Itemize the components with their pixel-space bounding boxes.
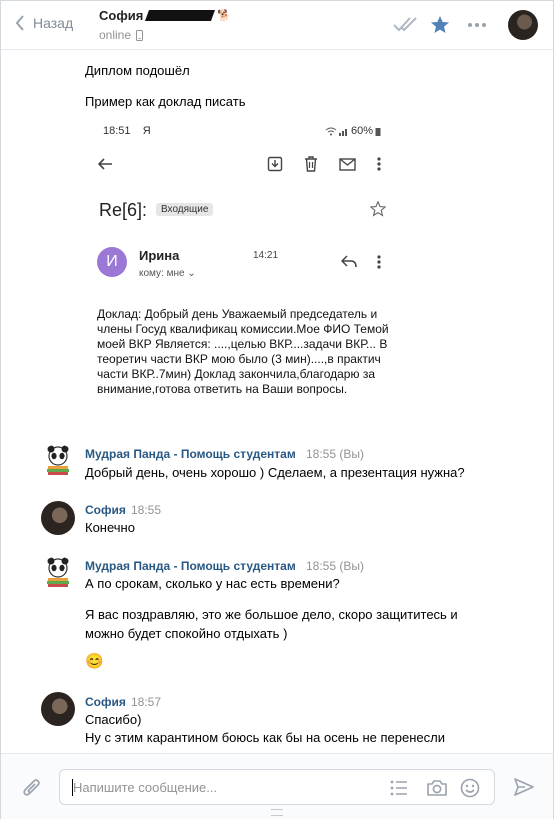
chevron-left-icon (15, 15, 24, 31)
online-status: online (99, 28, 144, 42)
recipient-text: кому: мне (139, 268, 185, 279)
trash-icon (305, 156, 317, 172)
message-author[interactable]: София (85, 503, 126, 517)
message-text: Спасибо) (85, 712, 142, 727)
online-status-text: online (99, 28, 132, 42)
resize-grip[interactable] (271, 809, 283, 816)
message-time: 18:55 (Вы) (306, 447, 364, 461)
message-input-placeholder: Напишите сообщение... (73, 780, 218, 795)
status-app-text: Я (142, 125, 151, 137)
phone-icon (136, 29, 144, 41)
kebab-menu-icon (377, 255, 381, 269)
archive-icon (267, 156, 283, 172)
battery-text: 60% (350, 125, 373, 137)
more-button[interactable] (467, 22, 487, 28)
send-icon[interactable] (514, 778, 534, 796)
attached-mail-screenshot[interactable]: 18:51 Я 60% Re[6]: Входящие И Ирина 14:2… (85, 117, 405, 425)
paperclip-icon[interactable] (22, 777, 42, 799)
chat-user-name-text: София (99, 8, 144, 23)
mail-body-text: Доклад: Добрый день Уважаемый председате… (97, 307, 389, 396)
back-button[interactable]: Назад (15, 15, 73, 31)
battery-icon (375, 127, 381, 136)
message-time: 18:55 (131, 503, 162, 517)
read-status (392, 15, 420, 33)
camera-icon[interactable] (426, 779, 448, 797)
panda-avatar[interactable] (41, 556, 75, 590)
dog-emoji-icon: 🐕 (217, 10, 231, 22)
message-author[interactable]: Мудрая Панда - Помощь студентам (85, 559, 296, 573)
panda-avatar[interactable] (41, 444, 75, 478)
chevron-down-icon: ⌄ (187, 268, 196, 279)
redacted-surname (145, 10, 216, 21)
phone-status-right: 60% (325, 125, 381, 137)
more-icon (468, 23, 486, 27)
mail-icon (339, 158, 356, 171)
message-time: 18:55 (Вы) (306, 559, 364, 573)
sender-time: 14:21 (253, 250, 279, 261)
sender-name: Ирина (139, 248, 180, 263)
message-text: Добрый день, очень хорошо ) Сделаем, а п… (85, 465, 465, 480)
wifi-icon (325, 127, 337, 135)
message-text: Пример как доклад писать (85, 94, 246, 109)
smile-icon[interactable] (460, 778, 480, 798)
message-text: Ну с этим карантином боюсь как бы на осе… (85, 730, 446, 745)
status-time-text: 18:51 (103, 125, 131, 137)
reply-icon (341, 255, 357, 268)
arrow-left-icon (97, 158, 112, 170)
chat-user-name[interactable]: София 🐕 (99, 8, 231, 23)
message-text: Конечно (85, 520, 135, 535)
template-list-icon[interactable] (390, 780, 408, 796)
double-check-icon (393, 17, 417, 32)
message-text: можно будет спокойно отдыхать ) (85, 626, 288, 641)
message-input[interactable]: Напишите сообщение... (59, 769, 495, 805)
kebab-menu-icon (377, 157, 381, 171)
recipient-label: кому: мне ⌄ (139, 268, 196, 279)
back-label: Назад (33, 15, 74, 31)
favorite-button[interactable] (430, 15, 450, 35)
mail-subject: Re[6]: (99, 200, 148, 220)
phone-status-time: 18:51 Я (103, 125, 151, 137)
avatar[interactable] (41, 501, 75, 535)
sender-avatar: И (97, 247, 127, 277)
star-outline-icon (370, 201, 386, 217)
message-text: Диплом подошёл (85, 63, 190, 78)
mail-folder-badge: Входящие (156, 203, 214, 216)
avatar[interactable] (508, 10, 538, 40)
star-icon (431, 16, 449, 33)
signal-icon (338, 128, 347, 136)
chat-header: Назад София 🐕 online (1, 1, 553, 50)
message-text: А по срокам, сколько у нас есть времени? (85, 576, 340, 591)
chat-window: Назад София 🐕 online Диплом подошёл Прим… (0, 0, 554, 819)
smile-emoji-icon: 😊 (85, 653, 104, 670)
avatar[interactable] (41, 692, 75, 726)
message-author[interactable]: София (85, 695, 126, 709)
message-author[interactable]: Мудрая Панда - Помощь студентам (85, 447, 296, 461)
message-text: Я вас поздравляю, это же большое дело, с… (85, 607, 458, 622)
message-time: 18:57 (131, 695, 162, 709)
